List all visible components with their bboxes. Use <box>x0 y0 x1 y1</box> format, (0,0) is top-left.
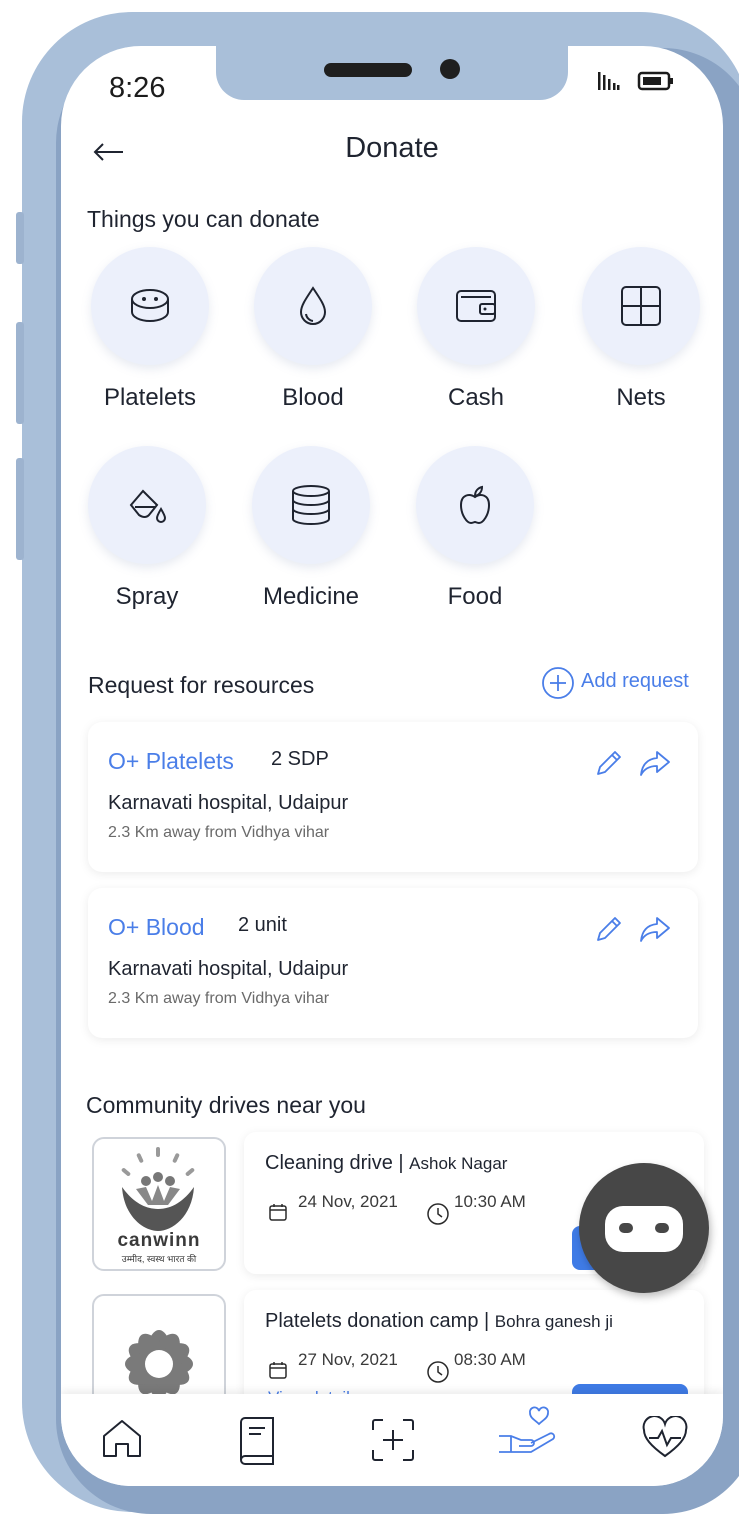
donate-section-title: Things you can donate <box>87 206 320 232</box>
drive-title: Cleaning drive | Ashok Nagar <box>265 1152 508 1174</box>
drive-time: 08:30 AM <box>454 1350 526 1369</box>
chatbot-button[interactable] <box>579 1163 709 1293</box>
request-quantity: 2 unit <box>238 914 287 936</box>
apple-icon <box>459 485 491 525</box>
side-button-mute <box>16 212 24 264</box>
notch <box>216 46 568 100</box>
hand-heart-icon[interactable] <box>497 1406 561 1462</box>
nets-label: Nets <box>616 384 666 411</box>
platelets-label: Platelets <box>103 384 197 411</box>
share-arrow-icon[interactable] <box>638 914 672 944</box>
front-camera <box>440 59 460 79</box>
calendar-icon <box>269 1204 287 1221</box>
request-hospital: Karnavati hospital, Udaipur <box>108 792 349 814</box>
robot-eye <box>655 1223 669 1233</box>
request-quantity: 2 SDP <box>271 748 329 770</box>
nets-button[interactable] <box>582 247 700 365</box>
spray-button[interactable] <box>88 446 206 564</box>
request-distance: 2.3 Km away from Vidhya vihar <box>108 990 330 1007</box>
canwinn-logo: canwinn उम्मीद, स्वस्थ भारत की <box>92 1137 226 1271</box>
cash-label: Cash <box>447 384 505 411</box>
request-title: O+ Platelets <box>108 748 234 774</box>
clock-icon <box>427 1203 449 1225</box>
food-button[interactable] <box>416 446 534 564</box>
medicine-icon <box>292 485 330 525</box>
scan-add-icon[interactable] <box>369 1416 417 1464</box>
edit-pencil-icon[interactable] <box>594 748 624 778</box>
battery-icon <box>637 71 673 91</box>
blood-label: Blood <box>282 384 344 411</box>
side-button-volume-up <box>16 322 24 424</box>
add-circle-icon[interactable] <box>541 666 575 700</box>
request-distance: 2.3 Km away from Vidhya vihar <box>108 824 330 841</box>
platelets-button[interactable] <box>91 247 209 365</box>
bottom-nav <box>61 1394 723 1486</box>
blood-button[interactable] <box>254 247 372 365</box>
robot-icon <box>605 1206 683 1252</box>
add-request-link[interactable]: Add request <box>581 670 689 693</box>
request-card[interactable]: O+ Platelets 2 SDP Karnavati hospital, U… <box>88 722 698 872</box>
spray-icon <box>129 489 167 523</box>
blood-drop-icon <box>299 286 327 325</box>
book-icon[interactable] <box>235 1416 279 1466</box>
speaker <box>324 63 412 77</box>
robot-eye <box>619 1223 633 1233</box>
page-title: Donate <box>345 132 439 164</box>
share-arrow-icon[interactable] <box>638 748 672 778</box>
requests-section-title: Request for resources <box>88 672 315 698</box>
request-card[interactable]: O+ Blood 2 unit Karnavati hospital, Udai… <box>88 888 698 1038</box>
edit-pencil-icon[interactable] <box>594 914 624 944</box>
medicine-button[interactable] <box>252 446 370 564</box>
phone-screen: 8:26 Donate Things you can donate Platel… <box>61 46 723 1486</box>
side-button-volume-down <box>16 458 24 560</box>
heart-pulse-icon[interactable] <box>641 1416 689 1460</box>
net-icon <box>621 286 661 326</box>
wallet-icon <box>456 290 496 322</box>
drive-date: 24 Nov, 2021 <box>298 1192 398 1211</box>
status-time: 8:26 <box>109 72 166 104</box>
drive-location: Ashok Nagar <box>409 1154 508 1173</box>
request-title: O+ Blood <box>108 914 205 940</box>
request-hospital: Karnavati hospital, Udaipur <box>108 958 349 980</box>
home-icon[interactable] <box>99 1416 145 1462</box>
clock-icon <box>427 1361 449 1383</box>
food-label: Food <box>447 583 503 610</box>
calendar-icon <box>269 1362 287 1379</box>
logo-tagline: उम्मीद, स्वस्थ भारत की <box>121 1254 197 1264</box>
spray-label: Spray <box>115 583 179 610</box>
cash-button[interactable] <box>417 247 535 365</box>
drives-section-title: Community drives near you <box>86 1092 366 1118</box>
drive-location: Bohra ganesh ji <box>494 1312 613 1331</box>
medicine-label: Medicine <box>262 583 360 610</box>
signal-icon <box>598 72 620 90</box>
drive-date: 27 Nov, 2021 <box>298 1350 398 1369</box>
drive-time: 10:30 AM <box>454 1192 526 1211</box>
platelets-icon <box>131 289 169 322</box>
logo-text: canwinn <box>117 1230 201 1251</box>
drive-title: Platelets donation camp | Bohra ganesh j… <box>265 1310 613 1332</box>
